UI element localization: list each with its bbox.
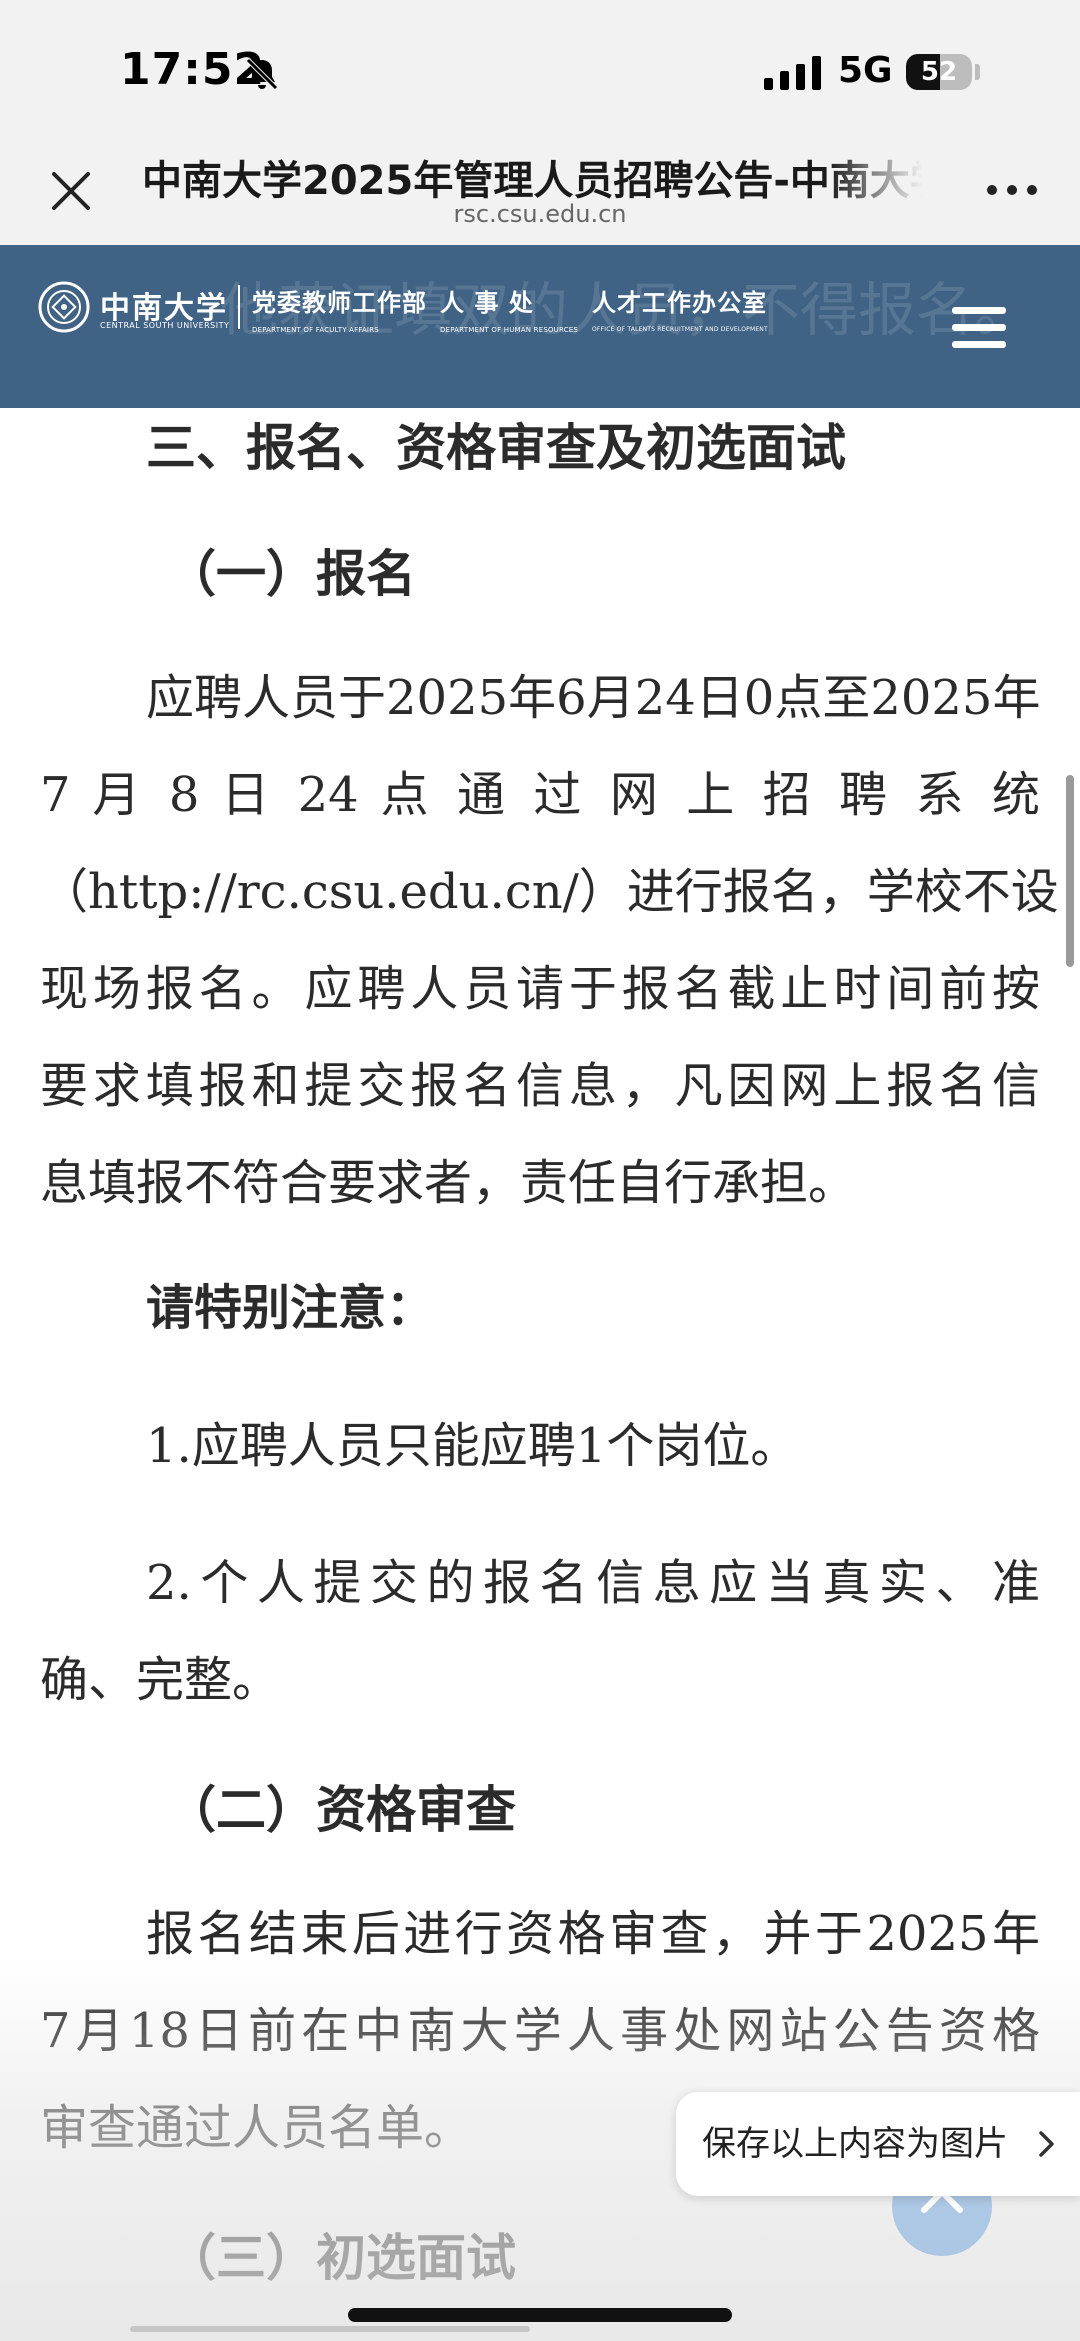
review-para-line-2: 7月18日前在中南大学人事处网站公告资格 — [40, 2003, 1040, 2059]
subheading-qualification-review: （二）资格审查 — [166, 1781, 516, 1839]
notice-item-2-line-2: 确、完整。 — [40, 1652, 281, 1708]
review-para-line-1: 报名结束后进行资格审查，并于2025年 — [146, 1906, 1040, 1962]
status-bar: 17:52 5G 52 — [0, 0, 1080, 140]
network-type: 5G — [838, 50, 893, 91]
dept-talents-office-cn: 人才工作办公室 — [592, 288, 767, 317]
page-title: 中南大学2025年管理人员招聘公告-中南大学 — [142, 158, 922, 204]
signal-icon — [764, 56, 821, 90]
page-progress-track — [130, 2326, 530, 2332]
subheading-registration: （一）报名 — [166, 545, 416, 603]
dept-faculty-affairs: 党委教师工作部 DEPARTMENT OF FACULTY AFFAIRS — [252, 283, 427, 334]
site-banner: 他获证填双的人员，不得报名。 中南大学 CENTRAL SOUTH UNIVER… — [0, 245, 1080, 408]
browser-header: 中南大学2025年管理人员招聘公告-中南大学 rsc.csu.edu.cn — [0, 140, 1080, 245]
dept-talents-office: 人才工作办公室 OFFICE OF TALENTS RECRUITMENT AN… — [592, 283, 768, 333]
battery-tip — [975, 64, 980, 80]
dept-human-resources-cn: 人 事 处 — [440, 288, 534, 317]
bell-mute-icon — [246, 58, 278, 90]
save-as-image-label: 保存以上内容为图片 — [702, 2124, 1008, 2164]
notice-item-2-line-1: 2.个人提交的报名信息应当真实、准 — [146, 1555, 1040, 1611]
registration-para-line-6: 息填报不符合要求者，责任自行承担。 — [40, 1155, 857, 1211]
university-seal-icon — [38, 281, 90, 333]
dept-human-resources-en: DEPARTMENT OF HUMAN RESOURCES — [440, 326, 579, 334]
save-as-image-button[interactable]: 保存以上内容为图片 — [676, 2092, 1080, 2196]
article-content: 三、报名、资格审查及初选面试 （一）报名 应聘人员于2025年6月24日0点至2… — [0, 408, 1080, 2341]
dept-faculty-affairs-en: DEPARTMENT OF FACULTY AFFAIRS — [252, 326, 379, 334]
section-heading: 三、报名、资格审查及初选面试 — [146, 419, 846, 477]
notice-item-1: 1.应聘人员只能应聘1个岗位。 — [146, 1418, 799, 1474]
dept-talents-office-en: OFFICE OF TALENTS RECRUITMENT AND DEVELO… — [592, 326, 768, 333]
battery-level: 52 — [920, 57, 958, 87]
battery-icon: 52 — [906, 54, 972, 90]
dept-faculty-affairs-cn: 党委教师工作部 — [252, 288, 427, 317]
chevron-right-icon — [1039, 2131, 1054, 2157]
dept-human-resources: 人 事 处 DEPARTMENT OF HUMAN RESOURCES — [440, 283, 578, 334]
page-domain: rsc.csu.edu.cn — [453, 200, 627, 228]
menu-icon[interactable] — [952, 305, 1006, 351]
logo-separator — [238, 285, 240, 329]
registration-para-line-2: 7 月 8 日 24 点 通 过 网 上 招 聘 系 统 — [40, 767, 1040, 823]
more-icon[interactable] — [982, 178, 1042, 202]
scrollbar-thumb[interactable] — [1066, 775, 1074, 967]
home-indicator[interactable] — [348, 2308, 732, 2322]
notice-title: 请特别注意： — [146, 1280, 435, 1336]
registration-para-line-4: 现场报名。应聘人员请于报名截止时间前按 — [40, 961, 1040, 1017]
logo-university-name-en: CENTRAL SOUTH UNIVERSITY — [100, 321, 230, 330]
registration-para-line-1: 应聘人员于2025年6月24日0点至2025年 — [146, 670, 1041, 726]
registration-para-line-5: 要求填报和提交报名信息，凡因网上报名信 — [40, 1058, 1040, 1114]
subheading-preliminary-interview: （三）初选面试 — [166, 2229, 516, 2287]
registration-para-line-3: （http://rc.csu.edu.cn/）进行报名，学校不设 — [40, 864, 1059, 920]
